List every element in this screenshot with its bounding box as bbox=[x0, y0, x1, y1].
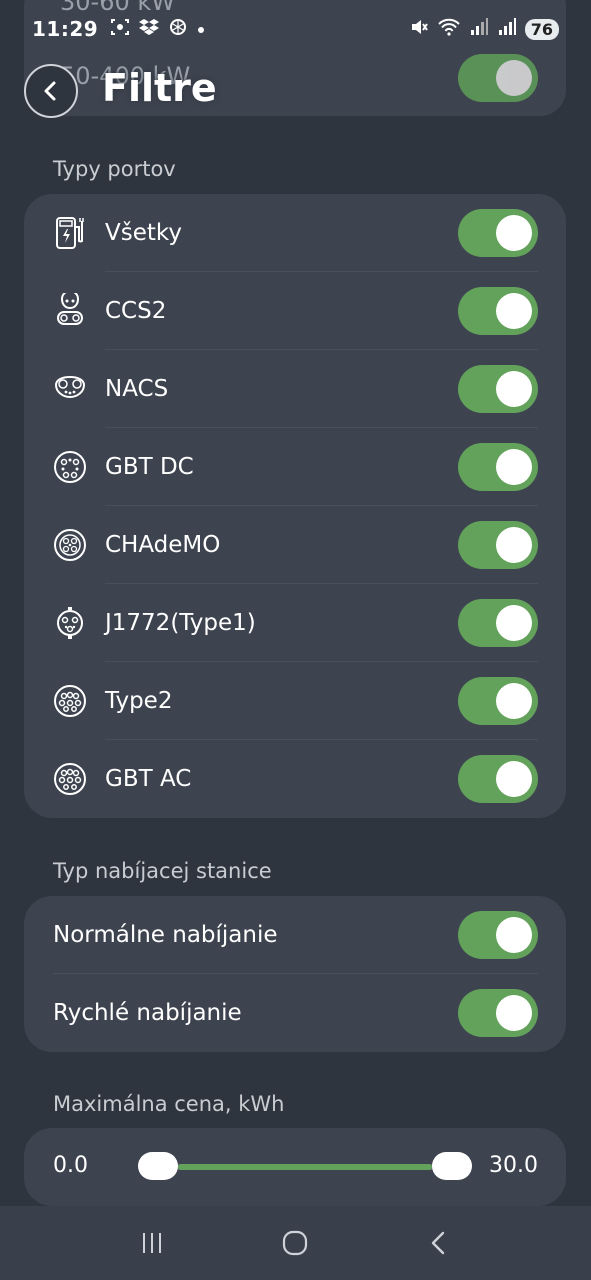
port-toggle-all[interactable] bbox=[458, 209, 538, 257]
gbt-ac-connector-icon bbox=[54, 763, 86, 795]
toggle-knob bbox=[496, 527, 532, 563]
back-icon bbox=[431, 1231, 445, 1255]
port-toggle-ccs2[interactable] bbox=[458, 287, 538, 335]
port-row-j1772: J1772(Type1) bbox=[24, 584, 566, 662]
port-label: GBT AC bbox=[105, 766, 192, 792]
station-type-section-label: Typ nabíjacej stanice bbox=[53, 859, 272, 883]
dropbox-icon bbox=[138, 17, 160, 41]
port-row-ccs2: CCS2 bbox=[24, 272, 566, 350]
port-label: CCS2 bbox=[105, 298, 167, 324]
gbt-dc-connector-icon bbox=[54, 451, 86, 483]
port-label: Všetky bbox=[105, 220, 182, 246]
port-toggle-type2[interactable] bbox=[458, 677, 538, 725]
station-row-fast: Rychlé nabíjanie bbox=[24, 974, 566, 1052]
page-title: Filtre bbox=[102, 66, 217, 110]
port-types-card: Všetky CCS2 NACS GBT DC CHAdeMO J1772(Ty… bbox=[24, 194, 566, 818]
toggle-knob bbox=[496, 371, 532, 407]
wifi-icon bbox=[437, 17, 461, 41]
toggle-knob bbox=[496, 995, 532, 1031]
signal-icon bbox=[497, 17, 517, 41]
port-toggle-gbt-ac[interactable] bbox=[458, 755, 538, 803]
price-slider-max-handle[interactable] bbox=[432, 1152, 472, 1180]
chademo-connector-icon bbox=[54, 529, 86, 561]
type2-connector-icon bbox=[54, 685, 86, 717]
port-types-section-label: Typy portov bbox=[53, 157, 176, 181]
station-toggle-fast[interactable] bbox=[458, 989, 538, 1037]
station-type-card: Normálne nabíjanie Rychlé nabíjanie bbox=[24, 896, 566, 1052]
price-max-value: 30.0 bbox=[489, 1153, 538, 1178]
toggle-knob bbox=[496, 293, 532, 329]
toggle-knob bbox=[496, 215, 532, 251]
price-slider-fill bbox=[178, 1164, 432, 1170]
ccs2-connector-icon bbox=[57, 293, 83, 325]
battery-indicator: 76 bbox=[524, 18, 559, 40]
station-row-normal: Normálne nabíjanie bbox=[24, 896, 566, 974]
toggle-knob bbox=[496, 761, 532, 797]
status-bar: 11:29 76 bbox=[0, 0, 591, 58]
price-min-value: 0.0 bbox=[53, 1153, 88, 1178]
back-button[interactable] bbox=[24, 64, 78, 118]
status-right-icons: 76 bbox=[409, 17, 559, 41]
nav-back-button[interactable] bbox=[409, 1213, 469, 1273]
port-row-all: Všetky bbox=[24, 194, 566, 272]
signal-icon bbox=[469, 17, 489, 41]
screenshot-icon bbox=[110, 17, 130, 41]
toggle-knob bbox=[496, 683, 532, 719]
port-toggle-j1772[interactable] bbox=[458, 599, 538, 647]
station-label: Rychlé nabíjanie bbox=[53, 1000, 242, 1026]
status-time: 11:29 bbox=[32, 17, 99, 41]
power-toggle[interactable] bbox=[458, 54, 538, 102]
recent-apps-button[interactable] bbox=[122, 1213, 182, 1273]
chevron-left-icon bbox=[44, 81, 56, 101]
price-slider-track[interactable] bbox=[158, 1164, 452, 1170]
home-icon bbox=[283, 1230, 308, 1256]
station-toggle-normal[interactable] bbox=[458, 911, 538, 959]
port-toggle-chademo[interactable] bbox=[458, 521, 538, 569]
j1772-connector-icon bbox=[57, 607, 83, 639]
toggle-knob bbox=[496, 605, 532, 641]
dot-icon bbox=[196, 20, 206, 39]
nacs-connector-icon bbox=[54, 375, 86, 399]
port-row-type2: Type2 bbox=[24, 662, 566, 740]
system-nav-bar bbox=[0, 1206, 591, 1280]
price-range-card: 0.0 30.0 bbox=[24, 1128, 566, 1206]
mute-icon bbox=[409, 17, 429, 41]
openai-icon bbox=[168, 17, 188, 41]
recent-apps-icon bbox=[142, 1233, 161, 1253]
port-toggle-nacs[interactable] bbox=[458, 365, 538, 413]
port-row-gbt-dc: GBT DC bbox=[24, 428, 566, 506]
port-label: GBT DC bbox=[105, 454, 194, 480]
toggle-knob bbox=[496, 917, 532, 953]
port-row-chademo: CHAdeMO bbox=[24, 506, 566, 584]
port-row-nacs: NACS bbox=[24, 350, 566, 428]
toggle-knob bbox=[496, 449, 532, 485]
port-label: Type2 bbox=[105, 688, 173, 714]
station-label: Normálne nabíjanie bbox=[53, 922, 278, 948]
status-left-icons bbox=[110, 17, 206, 41]
port-row-gbt-ac: GBT AC bbox=[24, 740, 566, 818]
charging-station-icon bbox=[56, 217, 84, 249]
port-label: CHAdeMO bbox=[105, 532, 221, 558]
price-section-label: Maximálna cena, kWh bbox=[53, 1092, 285, 1116]
port-label: J1772(Type1) bbox=[105, 610, 256, 636]
port-label: NACS bbox=[105, 376, 169, 402]
home-button[interactable] bbox=[265, 1213, 325, 1273]
price-slider-min-handle[interactable] bbox=[138, 1152, 178, 1180]
port-toggle-gbt-dc[interactable] bbox=[458, 443, 538, 491]
